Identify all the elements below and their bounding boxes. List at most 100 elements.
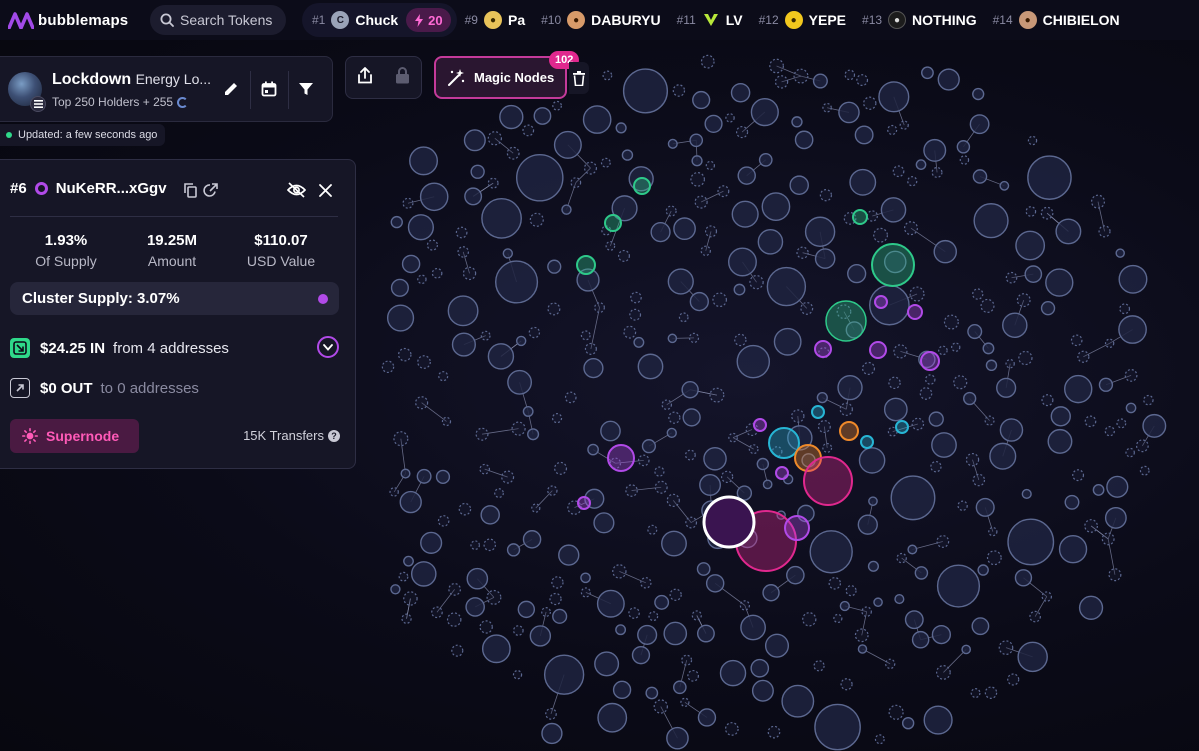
holder-bubble[interactable] xyxy=(580,330,591,341)
holder-bubble[interactable] xyxy=(804,216,836,248)
cluster-bubble[interactable] xyxy=(920,351,940,371)
holder-bubble[interactable] xyxy=(873,597,883,608)
holder-bubble[interactable] xyxy=(622,68,669,114)
holder-bubble[interactable] xyxy=(647,524,658,535)
holder-bubble[interactable] xyxy=(403,591,418,606)
holder-bubble[interactable] xyxy=(438,371,449,382)
holder-bubble[interactable] xyxy=(470,164,485,179)
holder-bubble[interactable] xyxy=(1045,268,1074,297)
holder-bubble[interactable] xyxy=(435,469,451,484)
outflow-row[interactable]: $0 OUT to 0 addresses xyxy=(10,378,199,398)
holder-bubble[interactable] xyxy=(1007,518,1055,566)
cluster-bubble[interactable] xyxy=(907,304,923,320)
holder-bubble[interactable] xyxy=(1078,595,1104,620)
holder-bubble[interactable] xyxy=(812,73,828,89)
holder-bubble[interactable] xyxy=(1064,494,1080,510)
holder-bubble[interactable] xyxy=(728,247,757,277)
holder-bubble[interactable] xyxy=(552,608,568,624)
holder-bubble[interactable] xyxy=(1084,415,1097,428)
holder-bubble[interactable] xyxy=(936,535,950,548)
holder-bubble[interactable] xyxy=(965,452,980,467)
trending-item[interactable]: #14 ● CHIBIELON xyxy=(993,11,1120,29)
holder-bubble[interactable] xyxy=(403,555,414,567)
holder-bubble[interactable] xyxy=(1090,194,1106,209)
holder-bubble[interactable] xyxy=(769,58,784,74)
holder-bubble[interactable] xyxy=(959,155,970,165)
holder-bubble[interactable] xyxy=(689,133,704,148)
holder-bubble[interactable] xyxy=(1077,350,1090,363)
holder-bubble[interactable] xyxy=(623,325,637,339)
holder-bubble[interactable] xyxy=(1116,418,1127,429)
holder-bubble[interactable] xyxy=(762,584,780,602)
holder-bubble[interactable] xyxy=(426,239,439,251)
holder-bubble[interactable] xyxy=(764,633,790,658)
holder-bubble[interactable] xyxy=(580,572,591,584)
holder-bubble[interactable] xyxy=(822,102,832,113)
holder-bubble[interactable] xyxy=(687,669,700,682)
holder-bubble[interactable] xyxy=(814,703,861,751)
holder-bubble[interactable] xyxy=(1104,338,1115,349)
holder-bubble[interactable] xyxy=(594,302,605,313)
holder-bubble[interactable] xyxy=(1021,488,1032,500)
holder-bubble[interactable] xyxy=(938,345,948,356)
holder-bubble[interactable] xyxy=(857,514,878,535)
holder-bubble[interactable] xyxy=(1029,610,1041,623)
holder-bubble[interactable] xyxy=(972,169,988,184)
holder-bubble[interactable] xyxy=(904,610,924,630)
selected-wallet-bubble[interactable] xyxy=(702,495,756,549)
holder-bubble[interactable] xyxy=(451,332,476,357)
holder-bubble[interactable] xyxy=(409,146,439,176)
holder-bubble[interactable] xyxy=(845,585,857,597)
holder-bubble[interactable] xyxy=(431,267,443,279)
holder-bubble[interactable] xyxy=(465,597,485,617)
holder-bubble[interactable] xyxy=(703,446,727,471)
holder-bubble[interactable] xyxy=(637,454,650,467)
holder-bubble[interactable] xyxy=(564,391,577,404)
holder-bubble[interactable] xyxy=(1055,218,1082,245)
lock-icon[interactable] xyxy=(395,66,410,89)
holder-bubble[interactable] xyxy=(748,444,759,455)
holder-bubble[interactable] xyxy=(389,487,399,497)
holder-bubble[interactable] xyxy=(989,442,1017,470)
holder-bubble[interactable] xyxy=(692,90,711,110)
holder-bubble[interactable] xyxy=(691,610,702,621)
holder-bubble[interactable] xyxy=(447,295,479,327)
holder-bubble[interactable] xyxy=(733,283,746,296)
holder-bubble[interactable] xyxy=(669,588,682,601)
menu-icon[interactable] xyxy=(30,96,46,112)
holder-bubble[interactable] xyxy=(541,607,552,617)
holder-bubble[interactable] xyxy=(894,594,905,605)
holder-bubble[interactable] xyxy=(545,708,557,720)
holder-bubble[interactable] xyxy=(1072,469,1085,482)
holder-bubble[interactable] xyxy=(907,176,918,187)
holder-bubble[interactable] xyxy=(641,439,657,454)
holder-bubble[interactable] xyxy=(1125,447,1135,458)
edit-icon[interactable] xyxy=(221,79,241,99)
holder-bubble[interactable] xyxy=(410,561,437,587)
cluster-bubble[interactable] xyxy=(811,405,825,419)
holder-bubble[interactable] xyxy=(972,473,986,487)
holder-bubble[interactable] xyxy=(580,587,591,598)
holder-bubble[interactable] xyxy=(549,592,562,606)
holder-bubble[interactable] xyxy=(451,644,464,657)
holder-bubble[interactable] xyxy=(502,248,513,259)
close-icon[interactable] xyxy=(315,180,335,200)
holder-bubble[interactable] xyxy=(931,624,952,645)
holder-bubble[interactable] xyxy=(757,229,784,255)
holder-bubble[interactable] xyxy=(602,70,613,81)
holder-bubble[interactable] xyxy=(986,550,1002,566)
holder-bubble[interactable] xyxy=(667,333,678,344)
holder-bubble[interactable] xyxy=(479,463,491,475)
holder-bubble[interactable] xyxy=(402,197,414,209)
holder-bubble[interactable] xyxy=(499,104,524,130)
holder-bubble[interactable] xyxy=(681,654,693,666)
holder-bubble[interactable] xyxy=(1106,475,1129,498)
trending-item[interactable]: #9 ● Pa xyxy=(465,11,525,29)
holder-bubble[interactable] xyxy=(943,314,959,330)
holder-bubble[interactable] xyxy=(1143,394,1154,406)
holder-bubble[interactable] xyxy=(1005,271,1018,284)
holder-bubble[interactable] xyxy=(1047,428,1073,454)
holder-bubble[interactable] xyxy=(1014,569,1033,587)
holder-bubble[interactable] xyxy=(1024,265,1043,284)
holder-bubble[interactable] xyxy=(648,611,659,622)
